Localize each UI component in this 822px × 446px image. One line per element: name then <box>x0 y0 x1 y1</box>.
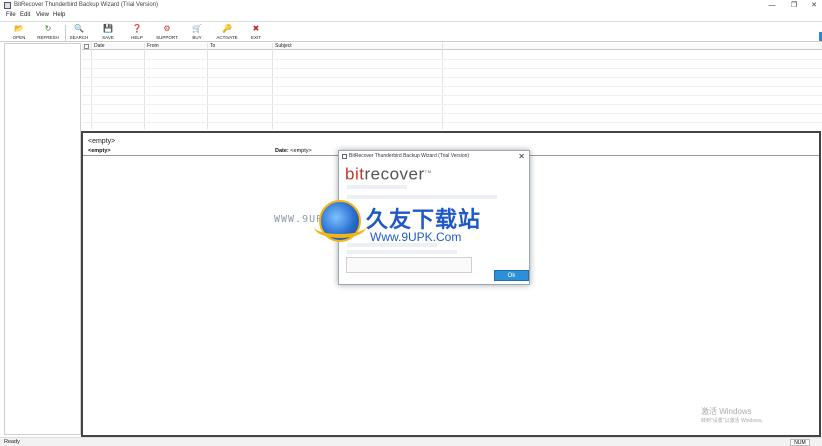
grid-row <box>82 68 822 69</box>
dialog-title-bar: BitRecover Thunderbird Backup Wizard (Tr… <box>339 151 529 162</box>
dialog-close-button[interactable]: ✕ <box>518 151 525 162</box>
mail-list-grid[interactable]: Date From To Subject <box>82 43 822 129</box>
ok-button[interactable]: Ok <box>494 270 529 281</box>
minimize-button[interactable]: — <box>762 0 782 11</box>
dialog-app-icon <box>342 154 347 159</box>
support-icon: ⚙ <box>163 24 171 33</box>
dialog-title: BitRecover Thunderbird Backup Wizard (Tr… <box>349 153 470 159</box>
menu-view[interactable]: View <box>36 12 49 18</box>
menu-file[interactable]: File <box>6 12 16 18</box>
column-date[interactable]: Date <box>92 43 105 50</box>
windows-activation-title: 激活 Windows <box>701 407 752 416</box>
folder-tree-pane[interactable] <box>4 43 81 435</box>
folder-icon: 📂 <box>14 24 24 33</box>
activate-button[interactable]: 🔑 ACTIVATE <box>214 24 240 42</box>
search-button[interactable]: 🔍 SEARCH <box>68 24 90 42</box>
bitrecover-logo: bitrecoverTM <box>345 164 432 184</box>
preview-date-label: Date: <box>275 148 289 154</box>
window-title: BitRecover Thunderbird Backup Wizard (Tr… <box>14 2 159 8</box>
open-button[interactable]: 📂 OPEN <box>9 24 29 42</box>
save-icon: 💾 <box>103 24 113 33</box>
title-bar: BitRecover Thunderbird Backup Wizard (Tr… <box>0 0 822 11</box>
preview-date: Date: <empty> <box>275 148 312 154</box>
grid-row <box>82 122 822 123</box>
app-icon <box>4 2 11 9</box>
grid-row <box>82 113 822 114</box>
numlock-indicator: NUM <box>790 439 810 446</box>
grid-row <box>82 104 822 105</box>
status-text: Ready <box>4 439 20 445</box>
menu-help[interactable]: Help <box>53 12 65 18</box>
site-watermark: WWW.9UPK.COM 久友下载站 Www.9UPK.Com <box>274 196 504 256</box>
refresh-button[interactable]: ↻ REFRESH <box>36 24 60 42</box>
dialog-text-line <box>347 185 407 189</box>
grid-row <box>82 95 822 96</box>
search-icon: 🔍 <box>74 24 84 33</box>
exit-icon: ✖ <box>252 24 260 33</box>
watermark-url: Www.9UPK.Com <box>370 230 462 244</box>
menu-bar: File Edit View Help <box>0 11 822 20</box>
grid-row <box>82 77 822 78</box>
help-button[interactable]: ❓ HELP <box>127 24 147 42</box>
grid-row <box>82 59 822 60</box>
grid-header: Date From To Subject <box>82 43 822 50</box>
select-all-checkbox[interactable] <box>84 44 89 49</box>
column-from[interactable]: From <box>145 43 159 50</box>
support-button[interactable]: ⚙ SUPPORT <box>154 24 180 42</box>
column-subject[interactable]: Subject <box>273 43 292 50</box>
windows-activation-subtitle: 转到"设置"以激活 Windows。 <box>701 418 767 424</box>
preview-from: <empty> <box>88 148 111 154</box>
menu-edit[interactable]: Edit <box>20 12 30 18</box>
help-icon: ❓ <box>132 24 142 33</box>
close-button[interactable]: ✕ <box>804 0 822 11</box>
column-to[interactable]: To <box>208 43 215 50</box>
preview-subject: <empty> <box>88 138 116 145</box>
save-button[interactable]: 💾 SAVE <box>98 24 118 42</box>
toolbar: 📂 OPEN ↻ REFRESH 🔍 SEARCH 💾 SAVE ❓ HELP … <box>0 21 822 42</box>
exit-button[interactable]: ✖ EXIT <box>248 24 264 42</box>
maximize-button[interactable]: ❐ <box>784 0 804 11</box>
preview-date-value: <empty> <box>290 148 312 154</box>
toolbar-separator <box>65 25 66 41</box>
cart-icon: 🛒 <box>192 24 202 33</box>
grid-row <box>82 86 822 87</box>
key-icon: 🔑 <box>222 24 232 33</box>
dialog-info-box <box>346 257 472 273</box>
buy-button[interactable]: 🛒 BUY <box>189 24 205 42</box>
status-bar: Ready NUM <box>0 437 822 446</box>
swoosh-icon <box>314 216 366 238</box>
refresh-icon: ↻ <box>44 24 52 33</box>
